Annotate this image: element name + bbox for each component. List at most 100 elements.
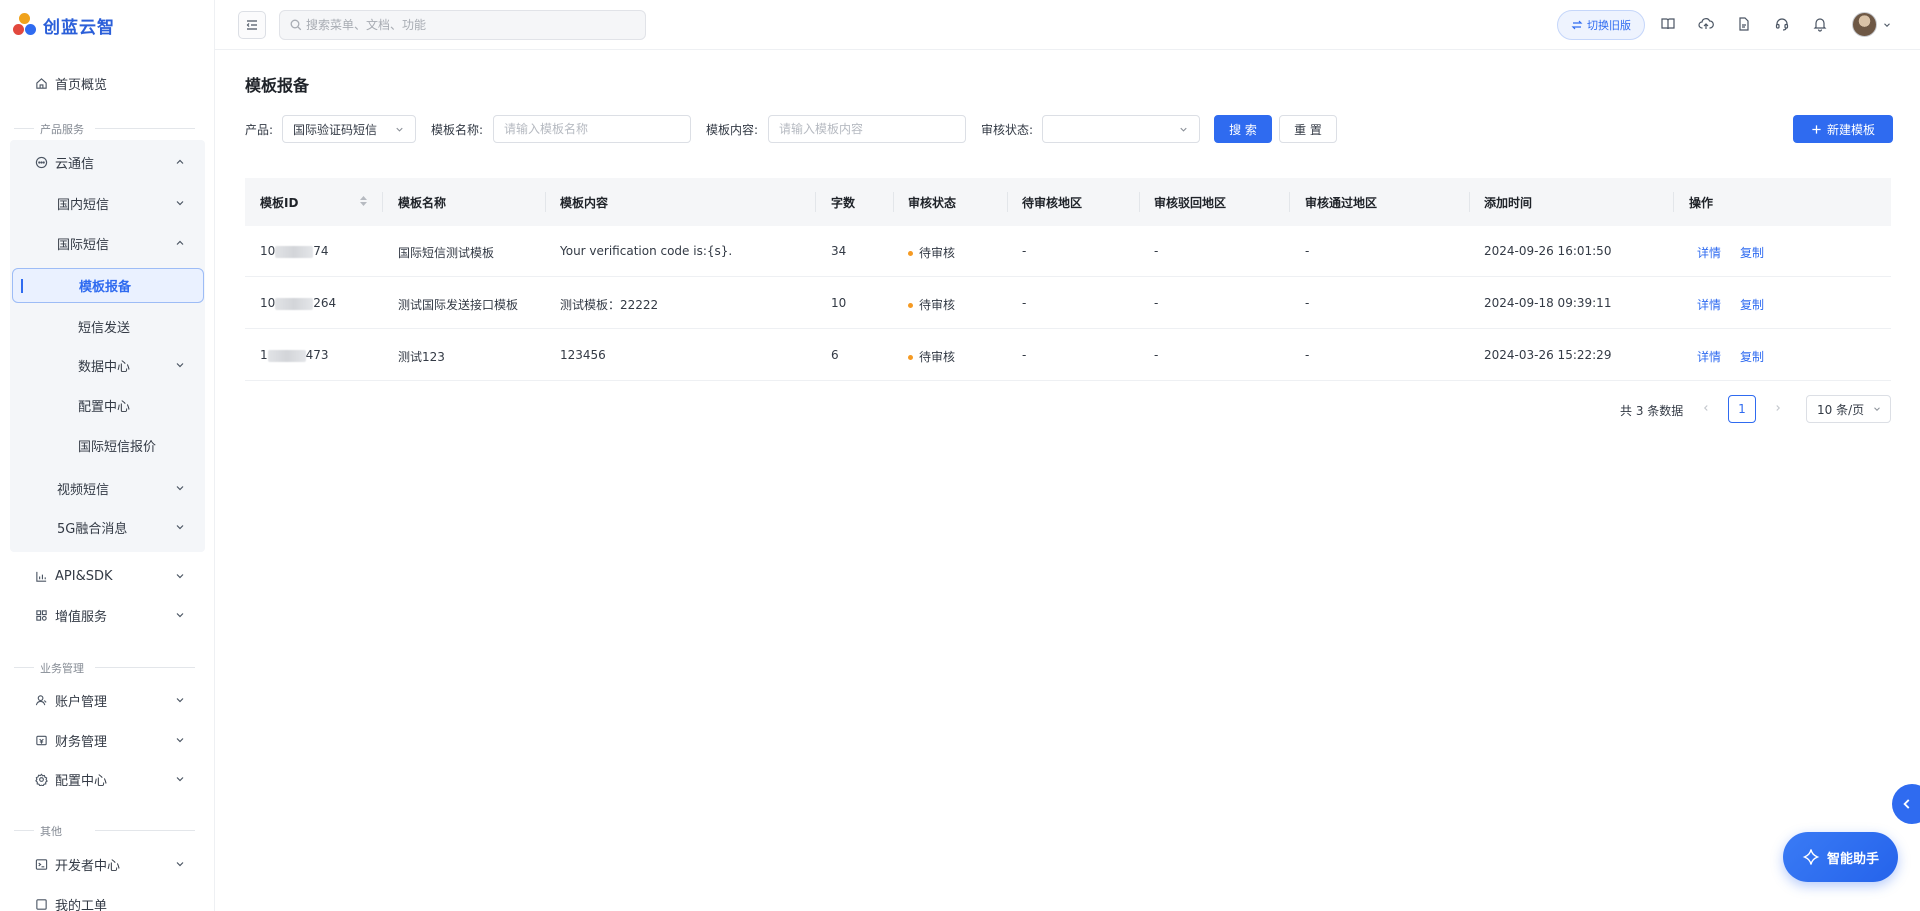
page-size-select[interactable]: 10 条/页 xyxy=(1806,395,1891,423)
copy-link[interactable]: 复制 xyxy=(1740,296,1764,313)
cell-name: 国际短信测试模板 xyxy=(398,246,495,260)
cell-content: Your verification code is:{s}. xyxy=(560,244,733,258)
sidebar-item-intl-sms[interactable]: 国际短信 xyxy=(12,226,204,260)
chevron-down-icon xyxy=(176,574,184,579)
template-content-field[interactable] xyxy=(768,115,966,143)
template-name-input[interactable] xyxy=(504,122,672,136)
sidebar-item-account[interactable]: 账户管理 xyxy=(12,683,204,717)
chevron-down-icon xyxy=(1180,127,1187,132)
redacted-id-segment xyxy=(267,349,306,362)
sidebar-item-intl-config[interactable]: 配置中心 xyxy=(12,388,204,422)
page-number-current[interactable]: 1 xyxy=(1728,395,1756,423)
detail-link[interactable]: 详情 xyxy=(1697,244,1721,261)
cell-status: 待审核 xyxy=(908,348,955,365)
table-header: 模板ID 模板名称 模板内容 字数 审核状态 待审核地区 审核驳回地区 审核通过… xyxy=(245,178,1891,226)
status-dot xyxy=(908,303,913,308)
document-icon[interactable] xyxy=(1735,15,1753,33)
sidebar-item-label: API&SDK xyxy=(55,568,113,584)
brand-logo[interactable]: 创蓝云智 xyxy=(13,12,115,38)
sidebar-item-template-filing[interactable]: 模板报备 xyxy=(12,268,204,303)
brand-name: 创蓝云智 xyxy=(43,17,115,38)
cloud-upload-icon[interactable] xyxy=(1697,15,1715,33)
cell-pending: - xyxy=(1022,244,1027,258)
detail-link[interactable]: 详情 xyxy=(1697,348,1721,365)
copy-link[interactable]: 复制 xyxy=(1740,244,1764,261)
cell-count: 34 xyxy=(831,244,847,258)
status-dot xyxy=(908,251,913,256)
template-content-input[interactable] xyxy=(779,122,947,136)
sidebar-item-sms-send[interactable]: 短信发送 xyxy=(12,309,204,343)
sidebar-item-api-sdk[interactable]: API&SDK xyxy=(12,559,204,593)
sidebar-item-domestic-sms[interactable]: 国内短信 xyxy=(12,186,204,220)
docs-icon[interactable] xyxy=(1659,15,1677,33)
chat-icon xyxy=(34,155,48,169)
user-avatar[interactable] xyxy=(1852,12,1877,37)
sidebar-item-data-center[interactable]: 数据中心 xyxy=(12,348,204,382)
sidebar-item-developer[interactable]: 开发者中心 xyxy=(12,847,204,881)
switch-old-version-label: 切换旧版 xyxy=(1587,19,1631,32)
detail-link[interactable]: 详情 xyxy=(1697,296,1721,313)
sidebar-item-label: 短信发送 xyxy=(78,320,131,336)
cell-id: 10 264 xyxy=(260,296,337,310)
sidebar-item-tickets[interactable]: 我的工单 xyxy=(12,887,204,911)
search-icon xyxy=(290,19,302,31)
table-row: 10 74 国际短信测试模板 Your verification code is:… xyxy=(245,226,1891,277)
column-header-pending-region: 待审核地区 xyxy=(1022,196,1083,210)
column-header-status: 审核状态 xyxy=(908,196,957,210)
cell-count: 10 xyxy=(831,296,847,310)
sidebar-item-label: 首页概览 xyxy=(55,77,108,93)
global-search[interactable] xyxy=(279,10,646,40)
cell-name: 测试国际发送接口模板 xyxy=(398,298,519,312)
reset-button[interactable]: 重 置 xyxy=(1279,115,1337,143)
chevron-down-icon xyxy=(176,525,184,530)
cell-pending: - xyxy=(1022,348,1027,362)
sidebar-item-home[interactable]: 首页概览 xyxy=(12,66,204,100)
sidebar-item-intl-pricing[interactable]: 国际短信报价 xyxy=(12,428,204,462)
pagination: 共 3 条数据 1 10 条/页 xyxy=(1618,395,1892,423)
cell-time: 2024-09-26 16:01:50 xyxy=(1484,244,1612,258)
sidebar-item-label: 5G融合消息 xyxy=(57,521,128,537)
product-select-value: 国际验证码短信 xyxy=(293,122,378,137)
copy-link[interactable]: 复制 xyxy=(1740,348,1764,365)
cell-rejected: - xyxy=(1154,348,1159,362)
prev-page-icon[interactable] xyxy=(1701,402,1711,416)
review-status-label: 审核状态: xyxy=(981,123,1034,137)
ai-assistant-button[interactable]: 智能助手 xyxy=(1783,832,1898,882)
new-template-button[interactable]: 新建模板 xyxy=(1793,115,1893,143)
switch-old-version-button[interactable]: 切换旧版 xyxy=(1557,10,1645,40)
sidebar-item-label: 账户管理 xyxy=(55,694,108,710)
chevron-down-icon xyxy=(176,862,184,867)
sidebar-item-config[interactable]: 配置中心 xyxy=(12,762,204,796)
chevron-down-icon xyxy=(1874,407,1880,411)
headset-icon[interactable] xyxy=(1773,15,1791,33)
cell-status: 待审核 xyxy=(908,244,955,261)
chevron-down-icon[interactable] xyxy=(1882,20,1892,30)
sidebar-item-cloud-msg[interactable]: 云通信 xyxy=(12,145,204,179)
product-select[interactable]: 国际验证码短信 xyxy=(282,115,416,143)
sort-icon[interactable] xyxy=(359,194,368,208)
cell-id: 1 473 xyxy=(260,348,329,362)
sidebar-item-label: 国际短信 xyxy=(57,237,110,253)
plus-icon xyxy=(1812,124,1821,134)
search-input[interactable] xyxy=(306,18,626,32)
sidebar-item-value-added[interactable]: 增值服务 xyxy=(12,598,204,632)
search-button[interactable]: 搜 索 xyxy=(1214,115,1272,143)
chevron-up-icon xyxy=(176,159,184,164)
bell-icon[interactable] xyxy=(1811,15,1829,33)
cell-pending: - xyxy=(1022,296,1027,310)
sidebar-item-finance[interactable]: 财务管理 xyxy=(12,723,204,757)
next-page-icon[interactable] xyxy=(1773,402,1783,416)
side-panel-toggle[interactable] xyxy=(1892,784,1920,824)
column-header-approved-region: 审核通过地区 xyxy=(1305,196,1378,210)
sidebar-item-5g-message[interactable]: 5G融合消息 xyxy=(12,510,204,544)
table-row: 1 473 测试123 123456 6 待审核 - - - 2024-03-26… xyxy=(245,330,1891,381)
table-row: 10 264 测试国际发送接口模板 测试模板：22222 10 待审核 - - -… xyxy=(245,278,1891,329)
review-status-select[interactable] xyxy=(1042,115,1200,143)
sidebar-item-label: 开发者中心 xyxy=(55,858,121,874)
sidebar: 创蓝云智 首页概览 产品服务 云通信 国内短信 国际短信 模板报备 短信发送 数… xyxy=(0,0,215,911)
ai-assistant-label: 智能助手 xyxy=(1826,851,1879,867)
cell-time: 2024-03-26 15:22:29 xyxy=(1484,348,1612,362)
menu-toggle-button[interactable] xyxy=(238,11,266,39)
template-name-field[interactable] xyxy=(493,115,691,143)
sidebar-item-video-sms[interactable]: 视频短信 xyxy=(12,471,204,505)
